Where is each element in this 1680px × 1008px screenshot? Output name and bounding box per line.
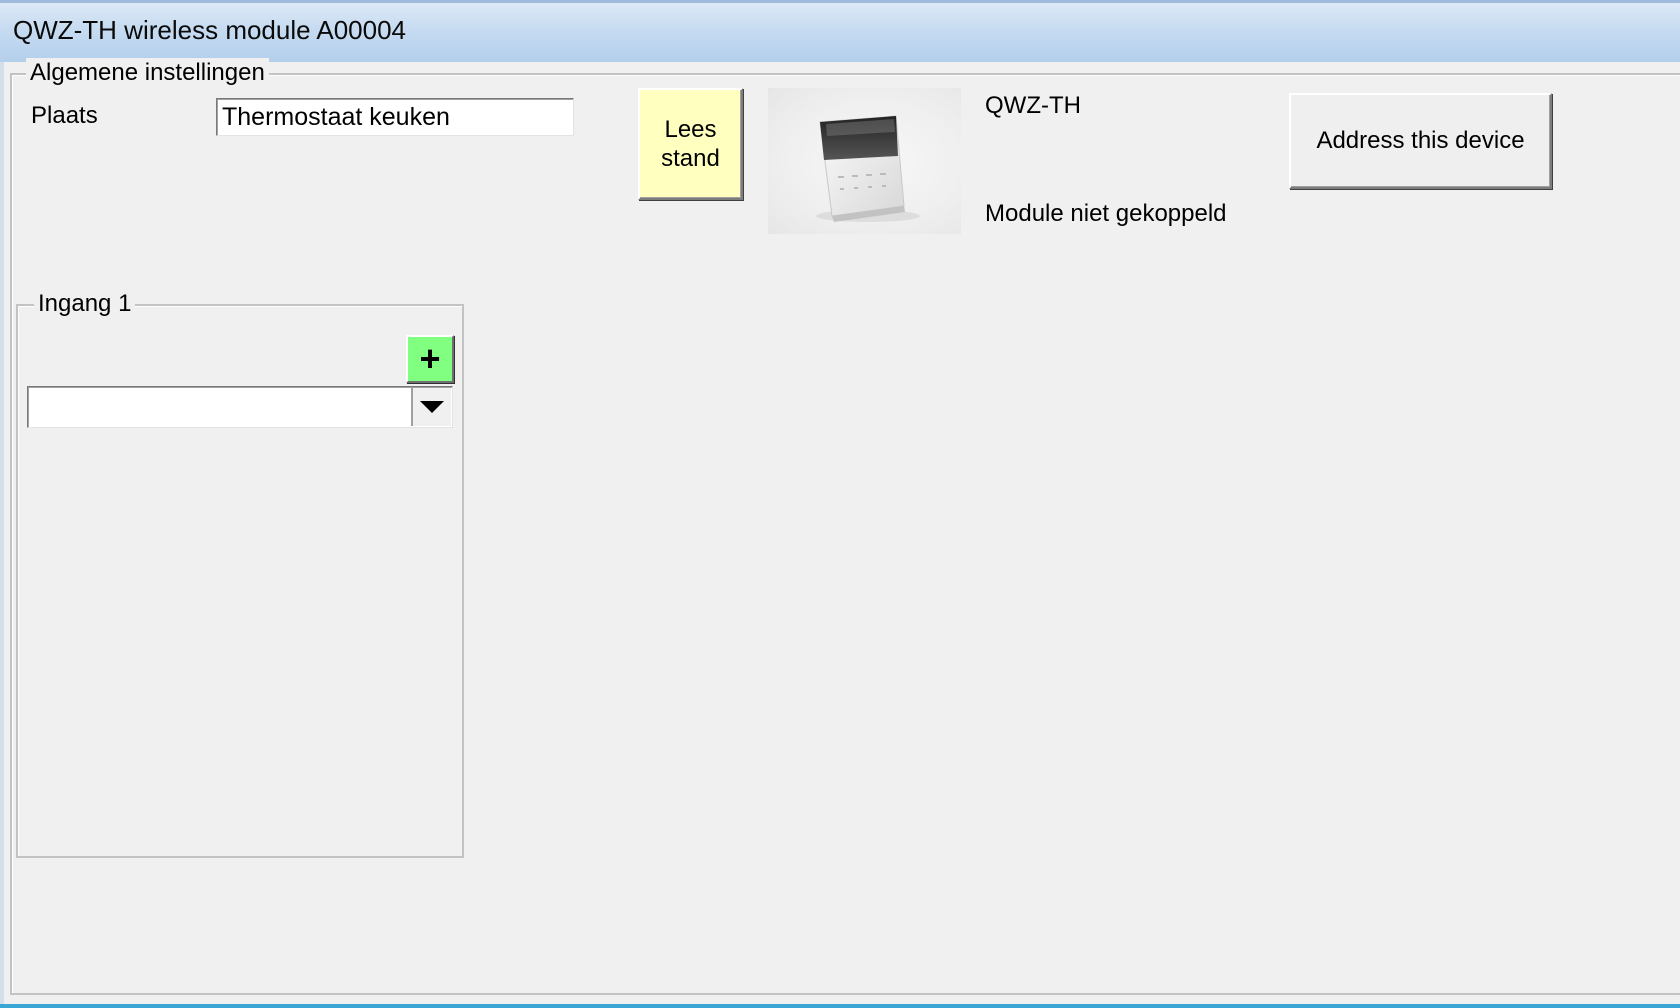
dropdown-toggle[interactable] — [411, 388, 451, 426]
window-border-left — [0, 62, 4, 1004]
module-window: QWZ-TH wireless module A00004 Algemene i… — [0, 0, 1680, 1004]
add-button[interactable]: + — [406, 335, 454, 383]
connection-status-text: Module niet gekoppeld — [985, 200, 1227, 227]
device-type-label: QWZ-TH — [985, 92, 1081, 119]
place-input[interactable]: Thermostaat keuken — [216, 98, 574, 136]
input-1-legend: Ingang 1 — [34, 289, 136, 319]
read-state-button[interactable]: Lees stand — [638, 88, 743, 200]
window-title: QWZ-TH wireless module A00004 — [13, 15, 407, 45]
chevron-down-icon — [420, 401, 444, 413]
plus-icon: + — [419, 338, 441, 379]
general-settings-legend: Algemene instellingen — [26, 58, 269, 88]
thermostat-device-icon — [768, 88, 961, 234]
window-border-bottom — [0, 1004, 1680, 1008]
title-bar[interactable]: QWZ-TH wireless module A00004 — [0, 0, 1680, 62]
place-label: Plaats — [31, 102, 98, 129]
address-device-button[interactable]: Address this device — [1289, 93, 1552, 189]
input-1-dropdown[interactable] — [27, 386, 453, 428]
